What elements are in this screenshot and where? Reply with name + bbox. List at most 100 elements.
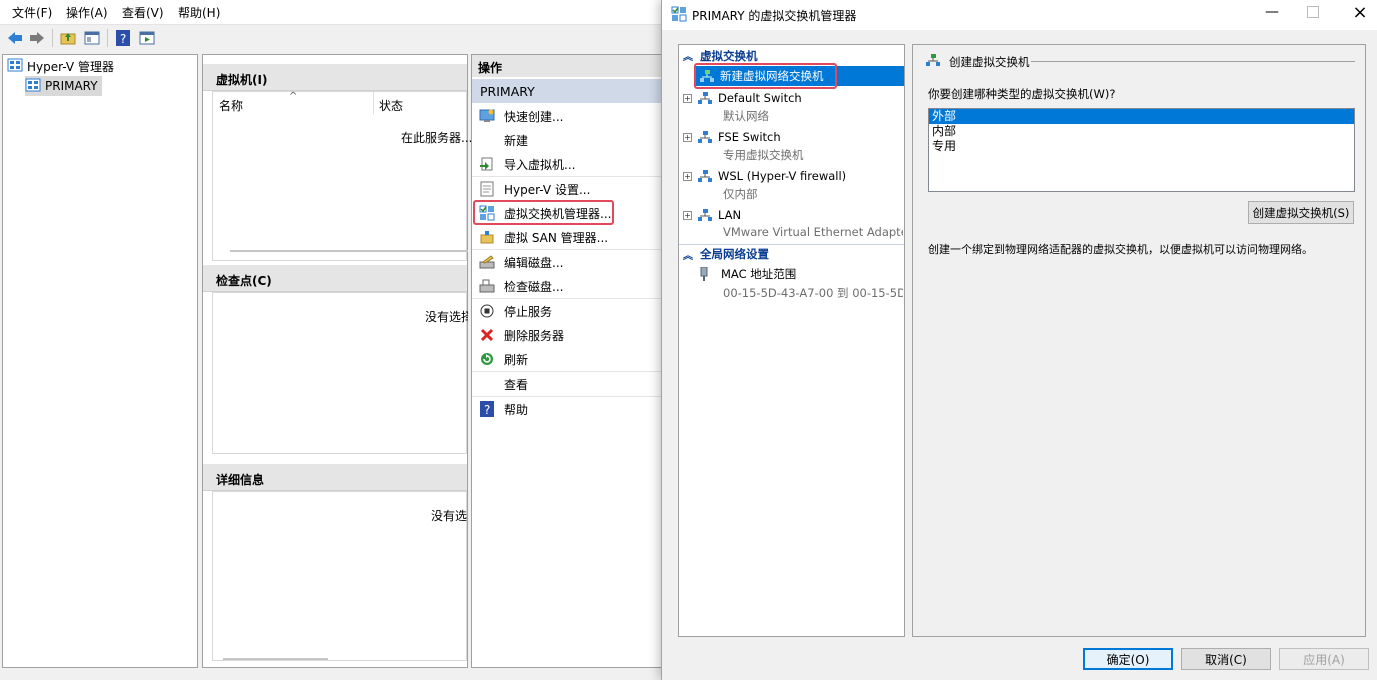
apply-button[interactable]: 应用(A) [1279,648,1369,670]
new-icon [478,131,496,149]
toolbar-separator [52,29,53,47]
highlight-box [473,200,614,225]
action-label: Hyper-V 设置... [504,182,591,197]
back-arrow-icon[interactable] [6,29,24,47]
vm-list-empty-text: 在此服务器... [401,131,473,145]
details-panel: 没有选 [212,491,467,661]
forward-arrow-icon[interactable] [28,29,46,47]
option-external[interactable]: 外部 [929,109,1354,124]
details-empty-text: 没有选 [431,509,468,523]
column-divider [373,92,374,114]
dialog-title: PRIMARY 的虚拟交换机管理器 [692,9,857,23]
network-switch-icon [698,208,712,222]
toolbar-separator [107,29,108,47]
switch-description: 创建一个绑定到物理网络适配器的虚拟交换机，以便虚拟机可以访问物理网络。 [928,243,1313,256]
console-tree: Hyper-V 管理器 PRIMARY [2,54,198,668]
svg-text:?: ? [120,32,126,46]
action-label: 刷新 [504,352,529,367]
delete-x-icon [478,326,496,344]
up-folder-icon[interactable] [59,29,77,47]
close-icon[interactable]: × [1350,2,1370,24]
settings-document-icon [478,180,496,198]
center-pane: 虚拟机(I) 名称 ^ 状态 在此服务器... 检查点(C) 没有选择 详细信息… [202,54,472,668]
action-label: 导入虚拟机... [504,157,576,172]
import-vm-icon [478,155,496,173]
minimize-icon[interactable]: — [1262,4,1282,24]
switch-tree: ︽ 虚拟交换机 新建虚拟网络交换机 + Default Switch 默认网络 … [678,44,905,637]
virtual-san-icon [478,228,496,246]
action-label: 检查磁盘... [504,279,564,294]
vm-section-header: 虚拟机(I) [203,64,467,91]
expand-plus-icon[interactable]: + [683,132,692,142]
switch-item-lan[interactable]: + LAN [679,206,904,224]
tree-label: Hyper-V 管理器 [27,59,114,74]
action-label: 停止服务 [504,304,553,319]
switch-item-wsl[interactable]: + WSL (Hyper-V firewall) [679,167,904,185]
switch-name: LAN [718,208,742,222]
create-switch-panel: 创建虚拟交换机 你要创建哪种类型的虚拟交换机(W)? 外部 内部 专用 创建虚拟… [912,44,1366,637]
help-icon: ? [478,400,496,418]
horizontal-scrollbar[interactable] [230,250,468,252]
quick-create-icon [478,107,496,125]
switch-type: 默认网络 [723,109,769,123]
heading-rule [1031,61,1355,62]
dialog-titlebar: PRIMARY 的虚拟交换机管理器 — × [662,0,1377,30]
hyperv-manager-icon [7,58,23,75]
horizontal-scrollbar[interactable] [223,658,328,660]
action-label: 查看 [504,377,529,392]
menu-file[interactable]: 文件(F) [12,4,52,21]
help-icon[interactable]: ? [114,29,132,47]
panel-heading: 创建虚拟交换机 [949,55,1030,69]
action-label: 编辑磁盘... [504,255,564,270]
category-global-network[interactable]: ︽ 全局网络设置 [679,244,904,263]
svg-text:?: ? [484,403,490,417]
details-section-header: 详细信息 [203,464,467,491]
switch-name: Default Switch [718,91,802,105]
menu-help[interactable]: 帮助(H) [178,4,220,21]
category-label: 全局网络设置 [700,247,769,261]
option-private[interactable]: 专用 [929,139,1354,154]
mac-address-range-item[interactable]: MAC 地址范围 [699,265,924,283]
menu-action[interactable]: 操作(A) [66,4,108,21]
switch-name: WSL (Hyper-V firewall) [718,169,847,183]
cancel-button[interactable]: 取消(C) [1181,648,1271,670]
column-header-name[interactable]: 名称 [219,97,243,114]
category-label: 虚拟交换机 [700,48,758,63]
option-internal[interactable]: 内部 [929,124,1354,139]
switch-name: FSE Switch [718,130,781,144]
switch-item-fse[interactable]: + FSE Switch [679,128,904,146]
expand-plus-icon[interactable]: + [683,210,692,220]
switch-type: VMware Virtual Ethernet Adapte... [723,225,903,239]
tree-node-primary[interactable]: PRIMARY [25,76,102,96]
mac-range-value: 00-15-5D-43-A7-00 到 00-15-5D... [723,286,903,300]
action-label: 新建 [504,133,529,148]
switch-type: 仅内部 [723,187,758,201]
column-header-state[interactable]: 状态 [379,97,403,114]
vm-list[interactable]: 名称 ^ 状态 在此服务器... [212,91,472,261]
action-label: 虚拟 SAN 管理器... [504,230,609,245]
expand-plus-icon[interactable]: + [683,93,692,103]
stop-icon [478,302,496,320]
action-label: 快速创建... [504,109,564,124]
switch-item-default[interactable]: + Default Switch [679,89,904,107]
server-icon [25,78,41,95]
ok-button[interactable]: 确定(O) [1083,648,1173,670]
action-label: 帮助 [504,402,529,417]
show-action-pane-icon[interactable] [138,29,156,47]
expand-plus-icon[interactable]: + [683,171,692,181]
menu-view[interactable]: 查看(V) [122,4,164,21]
virtual-switch-manager-dialog: PRIMARY 的虚拟交换机管理器 — × ︽ 虚拟交换机 新建虚拟网络交换机 … [661,0,1377,680]
maximize-icon[interactable] [1307,6,1319,18]
toolbar: ? [0,24,700,51]
switch-type-listbox[interactable]: 外部 内部 专用 [928,108,1355,192]
edit-disk-icon [478,253,496,271]
create-virtual-switch-button[interactable]: 创建虚拟交换机(S) [1248,201,1354,224]
tree-label: PRIMARY [45,79,98,93]
collapse-chevron-icon: ︽ [683,250,693,262]
tree-node-hyperv-manager[interactable]: Hyper-V 管理器 [7,56,114,76]
checkpoint-list[interactable]: 没有选择 [212,292,468,454]
switch-type: 专用虚拟交换机 [723,148,804,162]
create-switch-icon [926,53,942,70]
show-hide-console-tree-icon[interactable] [83,29,101,47]
switch-type-question: 你要创建哪种类型的虚拟交换机(W)? [928,87,1116,101]
